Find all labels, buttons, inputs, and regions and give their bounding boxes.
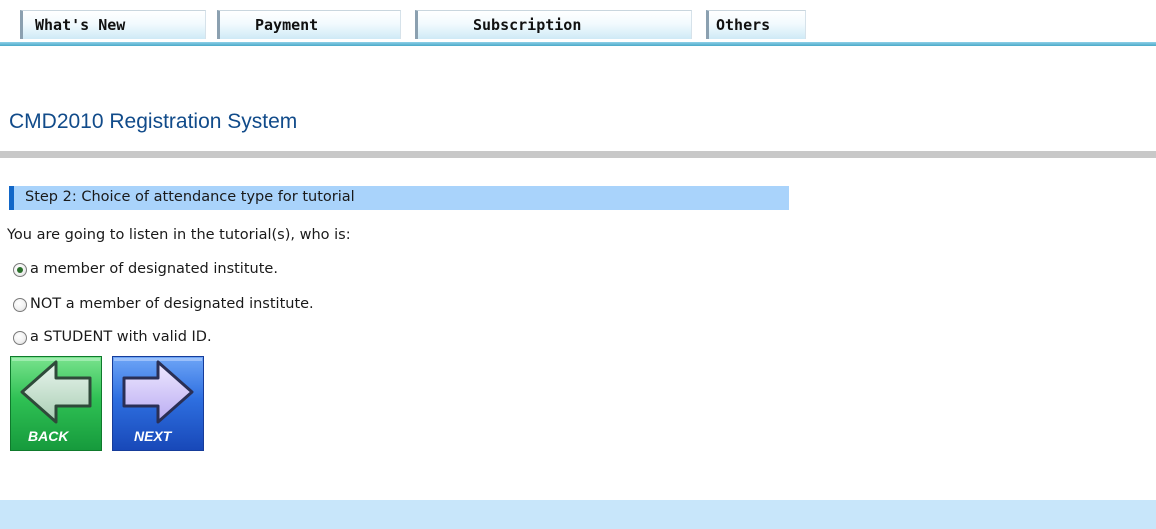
tab-label: What's New (35, 16, 126, 34)
tab-payment[interactable]: Payment (217, 10, 401, 39)
step-header: Step 2: Choice of attendance type for tu… (9, 186, 789, 210)
tab-label: Others (716, 16, 771, 34)
tab-label: Payment (255, 16, 319, 34)
next-button[interactable]: NEXT (112, 356, 204, 451)
tab-others[interactable]: Others (706, 10, 806, 39)
option-member-label[interactable]: a member of designated institute. (30, 261, 278, 277)
tab-subscription[interactable]: Subscription (415, 10, 692, 39)
tab-whats-new[interactable]: What's New (20, 10, 206, 39)
radio-student[interactable] (13, 331, 27, 345)
radio-non-member[interactable] (13, 298, 27, 312)
next-button-label: NEXT (134, 428, 173, 444)
radio-member[interactable] (13, 263, 27, 277)
radio-selected-dot (17, 267, 23, 273)
title-divider (0, 151, 1156, 158)
option-non-member-label[interactable]: NOT a member of designated institute. (30, 296, 314, 312)
page-title: CMD2010 Registration System (9, 110, 298, 133)
tab-underline (0, 42, 1156, 46)
footer-bar (0, 500, 1156, 529)
back-button-label: BACK (28, 428, 69, 444)
tab-label: Subscription (473, 16, 582, 34)
tab-bar: What's New Payment Subscription Others (0, 0, 1156, 48)
option-student-label[interactable]: a STUDENT with valid ID. (30, 329, 212, 345)
back-button[interactable]: BACK (10, 356, 102, 451)
question-text: You are going to listen in the tutorial(… (7, 227, 351, 243)
step-header-label: Step 2: Choice of attendance type for tu… (25, 189, 355, 205)
page: What's New Payment Subscription Others C… (0, 0, 1156, 529)
